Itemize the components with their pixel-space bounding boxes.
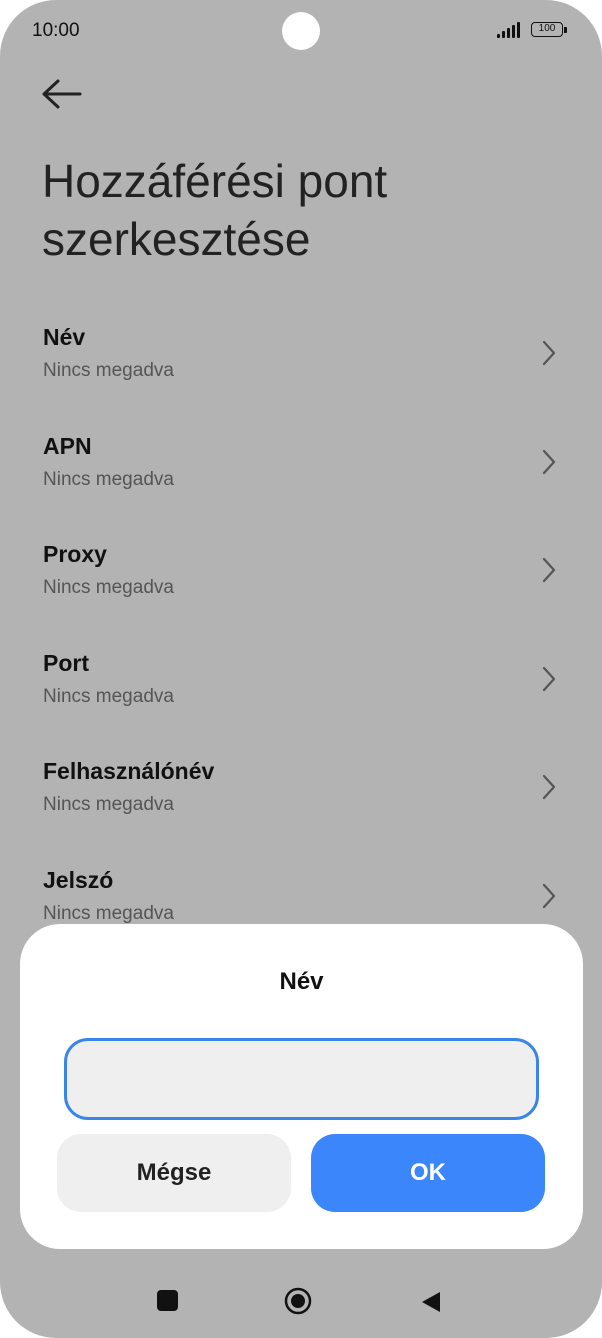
settings-item-value: Nincs megadva (43, 360, 174, 381)
settings-item-label: Jelszó (43, 866, 114, 893)
settings-item-value: Nincs megadva (43, 577, 174, 599)
settings-item-value: Nincs megadva (43, 685, 174, 707)
status-bar: 10:00 100 (0, 0, 602, 62)
settings-item-value: Nincs megadva (43, 794, 174, 816)
settings-item-value: Nincs megadva (43, 468, 174, 490)
chevron-right-icon (542, 883, 556, 909)
signal-icon (497, 22, 523, 38)
settings-item-name[interactable]: Név Nincs megadva (0, 318, 602, 427)
cancel-button[interactable]: Mégse (57, 1134, 291, 1212)
settings-list: Név Nincs megadva APN Nincs megadva Prox… (0, 318, 602, 970)
home-icon[interactable] (284, 1287, 312, 1315)
name-input[interactable] (64, 1038, 539, 1120)
name-dialog: Név Mégse OK (20, 924, 583, 1249)
settings-item-label: APN (43, 432, 92, 459)
page-title: Hozzáférési pont szerkesztése (42, 155, 388, 265)
battery-icon: 100 (531, 22, 567, 37)
settings-item-proxy[interactable]: Proxy Nincs megadva (0, 535, 602, 644)
settings-item-apn[interactable]: APN Nincs megadva (0, 427, 602, 536)
navigation-bar (0, 1270, 602, 1334)
chevron-right-icon (542, 775, 556, 800)
chevron-right-icon (542, 449, 556, 474)
settings-item-label: Felhasználónév (43, 758, 215, 785)
settings-item-label: Port (43, 649, 89, 676)
chevron-right-icon (542, 558, 556, 583)
settings-item-label: Név (43, 324, 86, 350)
phone-screen: 10:00 100 Hozzáférési pont szerkesztése … (0, 0, 602, 1338)
camera-cutout (282, 12, 320, 50)
battery-level: 100 (538, 23, 556, 34)
back-icon[interactable] (420, 1290, 442, 1314)
settings-item-label: Proxy (43, 541, 107, 568)
settings-item-port[interactable]: Port Nincs megadva (0, 644, 602, 753)
back-button[interactable] (38, 74, 84, 114)
arrow-left-icon (42, 79, 82, 109)
ok-button[interactable]: OK (311, 1134, 545, 1212)
recent-apps-icon[interactable] (157, 1290, 178, 1311)
status-time: 10:00 (32, 20, 80, 41)
chevron-right-icon (542, 340, 556, 366)
chevron-right-icon (542, 666, 556, 691)
settings-item-value: Nincs megadva (43, 902, 174, 924)
dialog-title: Név (279, 968, 324, 995)
settings-item-username[interactable]: Felhasználónév Nincs megadva (0, 752, 602, 861)
